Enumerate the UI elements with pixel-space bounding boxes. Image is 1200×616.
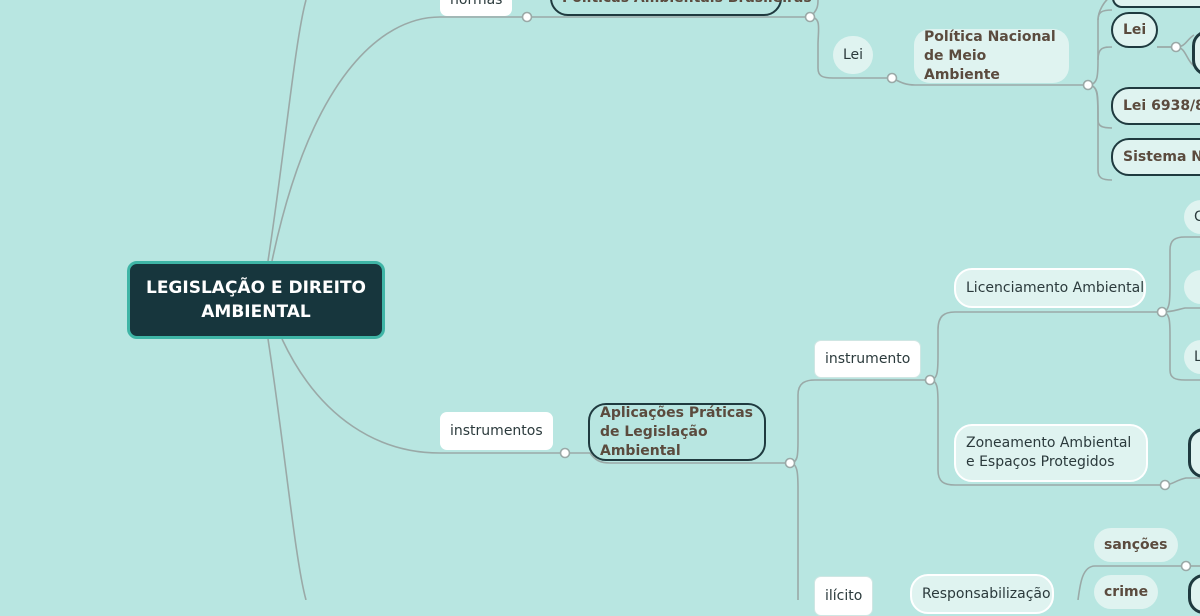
- node-sancoes[interactable]: sanções: [1094, 528, 1178, 562]
- node-zoneamento-child[interactable]: [1188, 428, 1200, 478]
- node-instrumento[interactable]: instrumento: [814, 340, 922, 378]
- root-topic[interactable]: LEGISLAÇÃO E DIREITO AMBIENTAL: [127, 261, 385, 339]
- node-ilicito[interactable]: ilícito: [814, 576, 874, 616]
- node-politicas-ambientais-brasileiras[interactable]: Políticas Ambientais Brasileiras: [550, 0, 812, 16]
- node-lei-b[interactable]: Lei: [1111, 12, 1159, 48]
- node-politica-nacional-meio-ambiente[interactable]: Política Nacional de Meio Ambiente: [914, 29, 1069, 83]
- node-sistema-nacional[interactable]: Sistema Na: [1111, 138, 1200, 176]
- node-crime-child[interactable]: [1188, 574, 1200, 614]
- node-cut-top[interactable]: [1112, 0, 1200, 8]
- node-responsabilizacao[interactable]: Responsabilização: [910, 574, 1054, 614]
- node-aplicacoes-praticas[interactable]: Aplicações Práticas de Legislação Ambien…: [588, 403, 766, 461]
- node-lei[interactable]: Lei: [833, 36, 874, 74]
- node-crime[interactable]: crime: [1094, 575, 1159, 609]
- node-instrumentos[interactable]: instrumentos: [440, 412, 553, 450]
- node-zoneamento-ambiental[interactable]: Zoneamento Ambiental e Espaços Protegido…: [954, 424, 1148, 482]
- node-normas[interactable]: normas: [440, 0, 513, 16]
- node-licenciamento-ambiental[interactable]: Licenciamento Ambiental: [954, 268, 1146, 308]
- node-lei-6938[interactable]: Lei 6938/81: [1111, 87, 1200, 125]
